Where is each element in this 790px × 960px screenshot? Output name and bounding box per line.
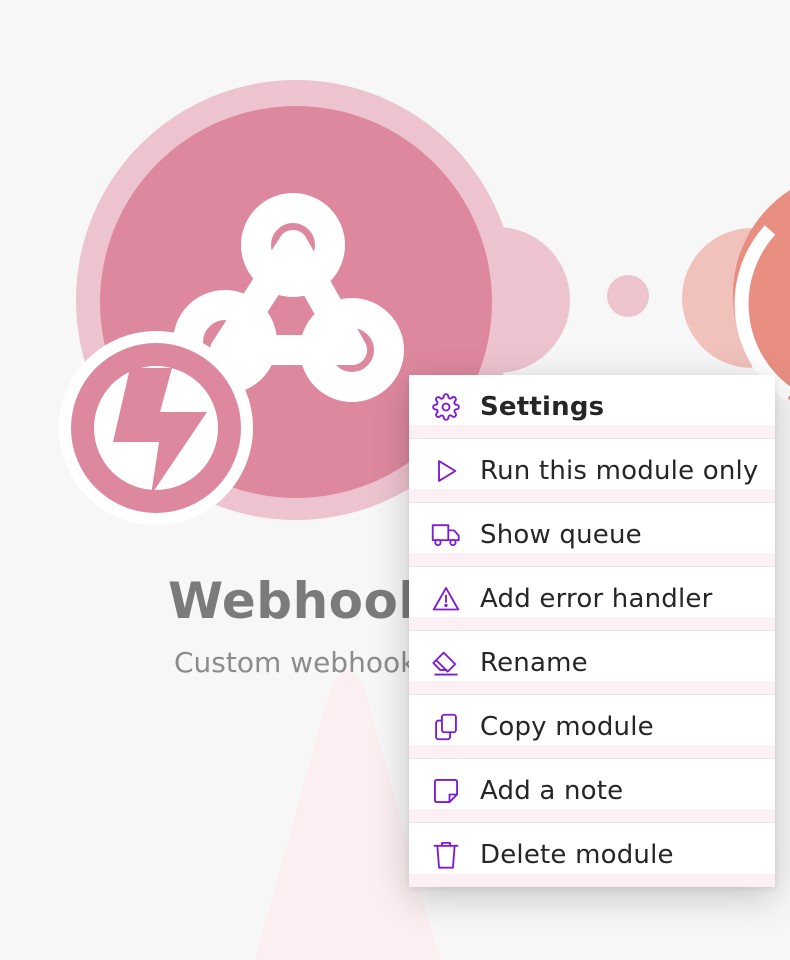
menu-item-run-this-module-only[interactable]: Run this module only bbox=[409, 439, 775, 503]
menu-item-label: Settings bbox=[480, 391, 605, 422]
warning-icon bbox=[431, 584, 461, 614]
play-icon bbox=[431, 456, 461, 486]
menu-item-add-error-handler[interactable]: Add error handler bbox=[409, 567, 775, 631]
context-menu: Settings Run this module only Show queue bbox=[409, 375, 775, 887]
eraser-icon bbox=[431, 648, 461, 678]
menu-item-delete-module[interactable]: Delete module bbox=[409, 823, 775, 887]
note-icon bbox=[431, 776, 461, 806]
menu-item-label: Delete module bbox=[480, 840, 674, 870]
menu-item-label: Show queue bbox=[480, 519, 642, 550]
menu-item-rename[interactable]: Rename bbox=[409, 631, 775, 695]
module-subtitle: Custom webhook bbox=[174, 646, 417, 679]
menu-item-label: Rename bbox=[480, 647, 588, 678]
lightning-icon bbox=[113, 368, 207, 495]
menu-item-settings[interactable]: Settings bbox=[409, 375, 775, 439]
truck-icon bbox=[431, 520, 461, 550]
connector-handle bbox=[424, 227, 570, 373]
webhook-icon bbox=[173, 193, 404, 402]
menu-item-show-queue[interactable]: Show queue bbox=[409, 503, 775, 567]
menu-item-add-a-note[interactable]: Add a note bbox=[409, 759, 775, 823]
copy-icon bbox=[431, 712, 461, 742]
trigger-badge bbox=[59, 331, 253, 525]
menu-item-label: Add a note bbox=[480, 775, 624, 806]
trash-icon bbox=[431, 840, 461, 870]
menu-item-copy-module[interactable]: Copy module bbox=[409, 695, 775, 759]
menu-item-label: Copy module bbox=[480, 711, 654, 742]
gear-icon bbox=[431, 392, 461, 422]
menu-item-label: Run this module only bbox=[480, 455, 759, 486]
menu-item-label: Add error handler bbox=[480, 583, 713, 614]
